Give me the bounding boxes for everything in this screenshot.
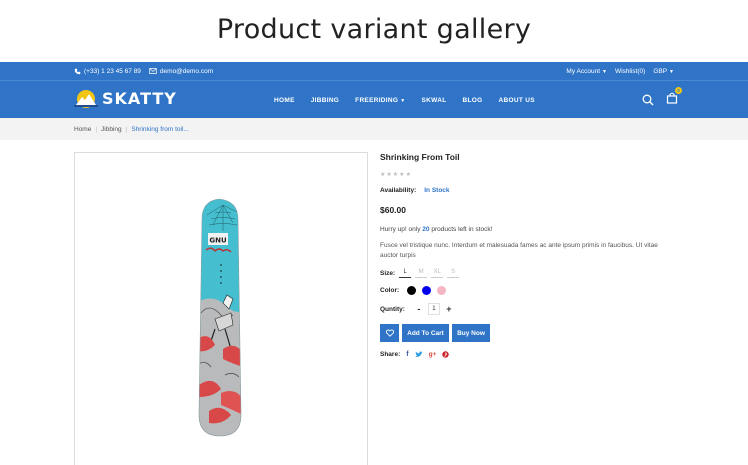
pinterest-icon[interactable]	[442, 351, 450, 358]
top-bar: (+33) 1 23 45 67 89 demo@demo.com My Acc…	[0, 62, 748, 80]
brand-name: SKATTY	[102, 88, 177, 108]
stock-status: In Stock	[424, 187, 450, 194]
breadcrumb: Home | Jibbing | Shrinking from toil...	[74, 118, 189, 140]
menu-item-blog[interactable]: BLOG	[463, 97, 483, 104]
snowboard-product-image: GNU	[198, 198, 242, 437]
color-swatch-pink[interactable]	[437, 286, 447, 295]
size-option-xl[interactable]: XL	[431, 269, 444, 278]
product-info: Shrinking From Toil ★ ★ ★ ★ ★ Availabili…	[380, 152, 680, 358]
chevron-down-icon: ▼	[602, 68, 607, 75]
availability-row: Availability: In Stock	[380, 187, 680, 194]
availability-label: Availability:	[380, 187, 417, 194]
color-swatch-blue[interactable]	[422, 286, 432, 295]
account-links: My Account ▼ Wishlist(0) GBP ▼	[566, 62, 674, 80]
product-price: $60.00	[380, 205, 406, 215]
mountain-sun-logo-icon	[74, 90, 98, 108]
star-icon: ★	[399, 172, 405, 178]
menu-item-freeriding-label: FREERIDING	[355, 96, 399, 104]
rating-stars: ★ ★ ★ ★ ★	[380, 171, 680, 178]
main-menu: HOME JIBBING FREERIDING ▼ SKWAL BLOG ABOU…	[274, 81, 535, 119]
currency-label: GBP	[653, 67, 668, 75]
svg-text:GNU: GNU	[209, 237, 227, 245]
page-headline: Product variant gallery	[216, 14, 532, 45]
star-icon: ★	[392, 172, 399, 178]
currency-dropdown[interactable]: GBP ▼	[653, 68, 674, 75]
main-navbar: SKATTY HOME JIBBING FREERIDING ▼ SKWAL BL…	[0, 80, 748, 118]
my-account-label: My Account	[566, 67, 601, 75]
menu-item-jibbing[interactable]: JIBBING	[311, 97, 339, 104]
star-icon: ★	[380, 172, 386, 178]
shopping-bag-icon	[666, 92, 678, 104]
quantity-label: Quntity:	[380, 305, 405, 313]
twitter-icon[interactable]	[414, 351, 423, 358]
hurry-suffix: products left in stock!	[431, 226, 493, 233]
buy-now-button[interactable]: Buy Now	[452, 324, 490, 342]
menu-item-about-us[interactable]: ABOUT US	[498, 97, 534, 104]
phone-number: (+33) 1 23 45 67 89	[84, 67, 141, 75]
color-selector: Color:	[380, 286, 680, 295]
quantity-increase-button[interactable]: +	[443, 304, 455, 314]
nav-icons: 0	[642, 81, 682, 119]
phone-contact[interactable]: (+33) 1 23 45 67 89	[74, 68, 141, 75]
brand-logo[interactable]: SKATTY	[74, 88, 177, 108]
stock-count: 20	[422, 226, 430, 233]
menu-item-freeriding[interactable]: FREERIDING ▼	[355, 97, 405, 104]
cart-count-badge: 0	[675, 87, 682, 94]
email-address: demo@demo.com	[159, 67, 214, 75]
menu-item-home[interactable]: HOME	[274, 97, 295, 104]
share-row: Share: f g+	[380, 351, 680, 358]
size-option-s[interactable]: S	[447, 269, 460, 278]
quantity-input[interactable]: 1	[427, 303, 440, 315]
quantity-stepper: - 1 +	[413, 303, 455, 315]
size-selector: Size: L M XL S	[380, 269, 680, 278]
wishlist-button[interactable]	[380, 324, 399, 342]
heart-icon	[385, 329, 394, 337]
breadcrumb-current: Shrinking from toil...	[131, 125, 189, 133]
my-account-dropdown[interactable]: My Account ▼	[566, 68, 607, 75]
quantity-decrease-button[interactable]: -	[413, 304, 425, 314]
share-label: Share:	[380, 351, 401, 358]
google-plus-icon[interactable]: g+	[429, 351, 437, 358]
star-icon: ★	[405, 172, 411, 178]
breadcrumb-jibbing[interactable]: Jibbing	[101, 126, 122, 133]
breadcrumb-separator: |	[125, 125, 128, 133]
quantity-row: Quntity: - 1 +	[380, 303, 680, 315]
search-icon[interactable]	[642, 94, 654, 106]
product-description: Fusce vel tristique nunc. Interdum et ma…	[380, 242, 658, 259]
color-swatch-black[interactable]	[407, 286, 417, 295]
mail-icon	[149, 68, 157, 74]
facebook-icon[interactable]: f	[406, 351, 408, 358]
product-actions: Add To Cart Buy Now	[380, 324, 680, 342]
size-label: Size:	[380, 270, 396, 277]
product-image-gallery[interactable]: GNU	[74, 152, 368, 465]
breadcrumb-separator: |	[95, 125, 98, 133]
cart-button[interactable]: 0	[666, 87, 682, 109]
email-contact[interactable]: demo@demo.com	[149, 68, 213, 75]
wishlist-link[interactable]: Wishlist(0)	[615, 68, 645, 75]
chevron-down-icon: ▼	[669, 68, 674, 75]
product-title: Shrinking From Toil	[380, 152, 460, 162]
stock-urgency-text: Hurry up! only 20 products left in stock…	[380, 226, 680, 233]
add-to-cart-button[interactable]: Add To Cart	[402, 324, 449, 342]
size-option-m[interactable]: M	[415, 269, 428, 278]
color-label: Color:	[380, 287, 400, 294]
hurry-prefix: Hurry up! only	[380, 226, 421, 233]
star-icon: ★	[386, 172, 392, 178]
size-option-l[interactable]: L	[399, 269, 412, 278]
breadcrumb-home[interactable]: Home	[74, 126, 91, 133]
contact-info: (+33) 1 23 45 67 89 demo@demo.com	[74, 62, 213, 80]
chevron-down-icon: ▼	[400, 97, 406, 104]
phone-icon	[74, 68, 81, 74]
menu-item-skwal[interactable]: SKWAL	[422, 97, 447, 104]
breadcrumb-bar: Home | Jibbing | Shrinking from toil...	[0, 118, 748, 140]
